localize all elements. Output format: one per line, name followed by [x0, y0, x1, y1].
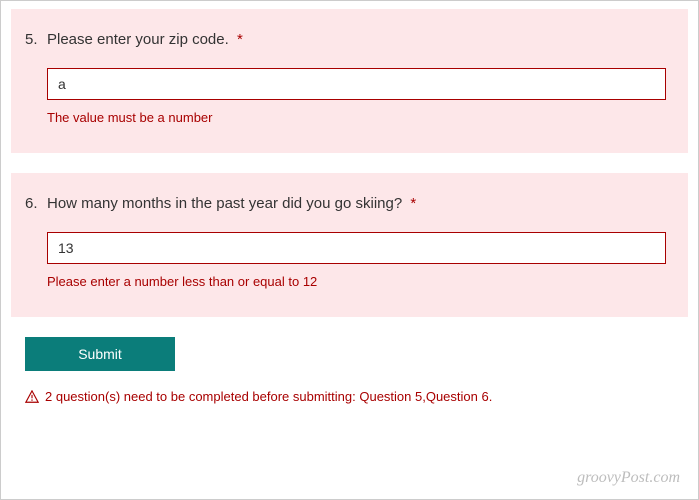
input-wrap	[47, 68, 666, 100]
error-message: The value must be a number	[47, 110, 666, 125]
submit-row: Submit	[25, 337, 688, 371]
question-text: Please enter your zip code. *	[47, 29, 243, 50]
submit-button[interactable]: Submit	[25, 337, 175, 371]
question-block-5: 5. Please enter your zip code. * The val…	[11, 9, 688, 153]
error-message: Please enter a number less than or equal…	[47, 274, 666, 289]
question-text: How many months in the past year did you…	[47, 193, 416, 214]
months-input[interactable]	[47, 232, 666, 264]
zip-input[interactable]	[47, 68, 666, 100]
question-label: Please enter your zip code.	[47, 31, 229, 48]
question-block-6: 6. How many months in the past year did …	[11, 173, 688, 317]
warning-icon	[25, 390, 39, 404]
question-label: How many months in the past year did you…	[47, 195, 402, 212]
input-wrap	[47, 232, 666, 264]
required-star: *	[410, 195, 416, 212]
question-row: 6. How many months in the past year did …	[25, 193, 666, 214]
footer-error: 2 question(s) need to be completed befor…	[25, 389, 688, 404]
question-number: 5.	[25, 29, 47, 50]
footer-error-text: 2 question(s) need to be completed befor…	[45, 389, 492, 404]
question-row: 5. Please enter your zip code. *	[25, 29, 666, 50]
required-star: *	[237, 31, 243, 48]
question-number: 6.	[25, 193, 47, 214]
watermark: groovyPost.com	[577, 469, 680, 487]
